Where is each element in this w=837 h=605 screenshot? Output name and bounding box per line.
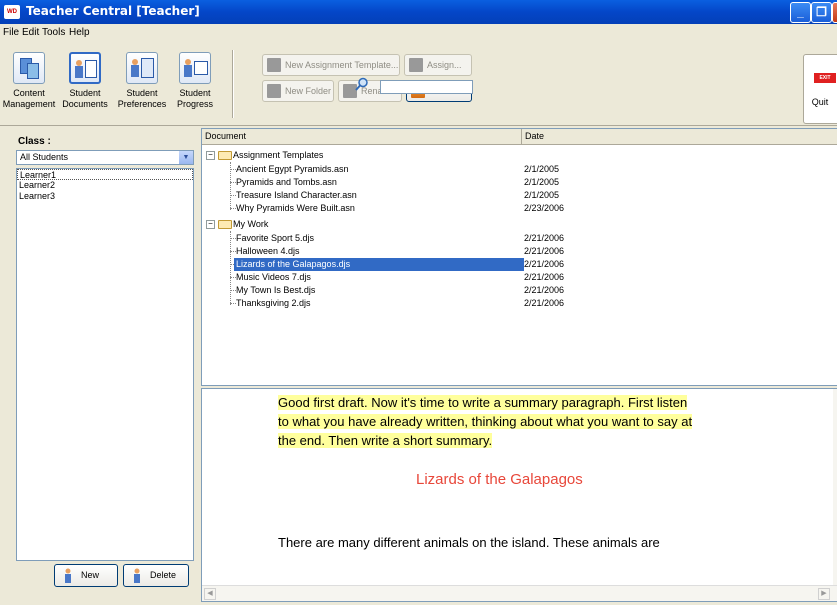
new-learner-button[interactable]: New: [54, 564, 118, 587]
folder-row[interactable]: Assignment Templates: [233, 149, 323, 162]
document-name[interactable]: Halloween 4.djs: [236, 245, 300, 258]
document-date: 2/1/2005: [524, 177, 560, 187]
document-name[interactable]: Pyramids and Tombs.asn: [236, 176, 337, 189]
student-preferences-icon: [126, 52, 158, 84]
delete-learner-button[interactable]: Delete: [123, 564, 189, 587]
teacher-comment: Good first draft. Now it's time to write…: [278, 393, 774, 450]
scroll-right-icon[interactable]: ▶: [818, 588, 830, 600]
document-name[interactable]: Why Pyramids Were Built.asn: [236, 202, 355, 215]
class-label: Class :: [18, 136, 51, 147]
app-logo-icon: WD: [4, 5, 20, 19]
app-window: WD Teacher Central [Teacher] _ ❐ X File …: [0, 0, 837, 605]
student-preferences-label-1: Student: [126, 88, 158, 98]
class-panel: Class : All Students ▼ Learner1 Learner2…: [16, 128, 196, 590]
document-date: 2/21/2006: [524, 246, 565, 256]
content-management-button[interactable]: Content Management: [0, 52, 58, 122]
student-documents-label-1: Student: [69, 88, 101, 98]
comment-line: to what you have already written, thinki…: [278, 414, 693, 429]
folder-row[interactable]: My Work: [233, 218, 268, 231]
tree-line: [230, 231, 231, 305]
new-template-icon: [267, 58, 281, 72]
document-list: Document Date − Assignment Templates Anc…: [201, 128, 837, 386]
assign-icon: [409, 58, 423, 72]
new-folder-icon: [267, 84, 281, 98]
student-progress-label-2: Progress: [176, 99, 213, 109]
minimize-button[interactable]: _: [790, 2, 811, 23]
comment-line: the end. Then write a short summary.: [278, 433, 493, 448]
document-date: 2/21/2006: [524, 272, 565, 282]
assign-button[interactable]: Assign...: [404, 54, 472, 76]
search-input[interactable]: [380, 80, 473, 94]
student-preferences-label-2: Preferences: [117, 99, 167, 109]
student-documents-button[interactable]: Student Documents: [56, 52, 114, 122]
content-management-label-2: Management: [2, 99, 56, 109]
document-date: 2/21/2006: [524, 298, 565, 308]
menu-tools[interactable]: Tools: [42, 27, 65, 38]
exit-icon: EXIT: [814, 73, 836, 83]
folder-icon: [218, 151, 232, 160]
column-header-date[interactable]: Date: [522, 129, 837, 145]
student-progress-label-1: Student: [179, 88, 211, 98]
collapse-icon[interactable]: −: [206, 151, 215, 160]
document-date: 2/1/2005: [524, 190, 560, 200]
content-management-icon: [13, 52, 45, 84]
menu-file[interactable]: File: [3, 27, 19, 38]
document-name[interactable]: Music Videos 7.djs: [236, 271, 311, 284]
search-icon: [355, 77, 368, 91]
document-date: 2/23/2006: [524, 203, 565, 213]
document-name[interactable]: Treasure Island Character.asn: [236, 189, 357, 202]
maximize-button[interactable]: ❐: [811, 2, 832, 23]
chevron-down-icon[interactable]: ▼: [179, 151, 193, 164]
folder-icon: [218, 220, 232, 229]
close-button[interactable]: X: [832, 2, 837, 23]
menu-help[interactable]: Help: [69, 27, 90, 38]
student-documents-icon: [69, 52, 101, 84]
new-learner-label: New: [81, 570, 100, 580]
horizontal-scrollbar[interactable]: ◀ ▶: [202, 585, 837, 601]
document-date: 2/21/2006: [524, 233, 565, 243]
learner-item[interactable]: Learner1: [17, 169, 193, 180]
new-folder-label: New Folder: [285, 86, 332, 96]
learner-item[interactable]: Learner2: [17, 180, 193, 191]
toolbar-separator: [232, 50, 234, 118]
class-selected-value: All Students: [20, 152, 69, 162]
menu-edit[interactable]: Edit: [22, 27, 39, 38]
quit-label: Quit: [811, 97, 829, 107]
scroll-left-icon[interactable]: ◀: [204, 588, 216, 600]
content-management-label-1: Content: [13, 88, 45, 98]
learner-list: Learner1 Learner2 Learner3: [16, 168, 194, 561]
student-preferences-button[interactable]: Student Preferences: [113, 52, 171, 122]
document-name-selected[interactable]: Lizards of the Galapagos.djs: [234, 258, 524, 271]
comment-line: Good first draft. Now it's time to write…: [278, 395, 688, 410]
person-icon: [65, 568, 71, 583]
student-documents-label-2: Documents: [62, 99, 108, 109]
person-icon: [134, 568, 140, 583]
document-body: There are many different animals on the …: [278, 535, 660, 550]
window-title: Teacher Central [Teacher]: [26, 4, 200, 18]
title-bar: WD Teacher Central [Teacher] _ ❐ X: [0, 0, 837, 24]
new-assignment-template-button[interactable]: New Assignment Template...: [262, 54, 400, 76]
document-name[interactable]: Ancient Egypt Pyramids.asn: [236, 163, 349, 176]
column-header-document[interactable]: Document: [202, 129, 522, 145]
student-progress-button[interactable]: Student Progress: [166, 52, 224, 122]
learner-item[interactable]: Learner3: [17, 191, 193, 202]
assign-label: Assign...: [427, 60, 462, 70]
new-folder-button[interactable]: New Folder: [262, 80, 334, 102]
document-date: 2/21/2006: [524, 285, 565, 295]
document-preview[interactable]: Good first draft. Now it's time to write…: [201, 388, 837, 602]
document-date: 2/1/2005: [524, 164, 560, 174]
delete-learner-label: Delete: [150, 570, 177, 580]
student-progress-icon: [179, 52, 211, 84]
document-name[interactable]: Thanksgiving 2.djs: [236, 297, 311, 310]
quit-button[interactable]: EXIT Quit: [803, 54, 837, 124]
class-select[interactable]: All Students ▼: [16, 150, 194, 165]
new-assignment-template-label: New Assignment Template...: [285, 60, 399, 70]
document-name[interactable]: Favorite Sport 5.djs: [236, 232, 314, 245]
document-name[interactable]: My Town Is Best.djs: [236, 284, 315, 297]
vertical-scrollbar[interactable]: [833, 389, 837, 585]
collapse-icon[interactable]: −: [206, 220, 215, 229]
document-date: 2/21/2006: [524, 259, 565, 269]
document-title: Lizards of the Galapagos: [416, 471, 583, 488]
menu-bar: File Edit Tools Help: [0, 24, 837, 42]
